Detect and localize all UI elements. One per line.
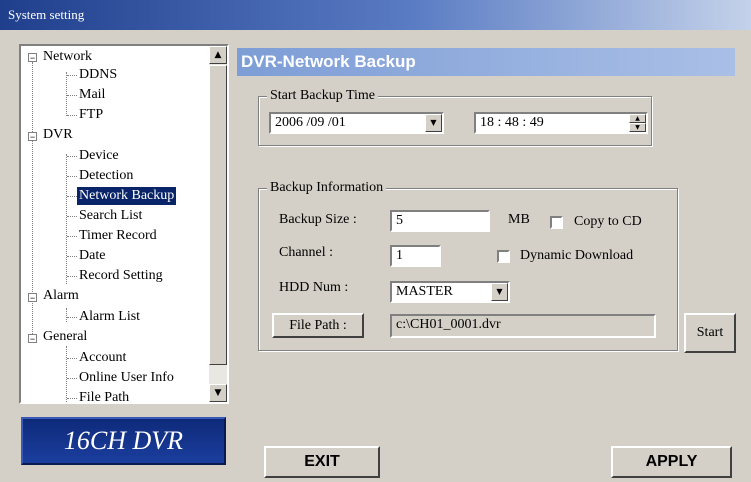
tree-connector [67,236,77,237]
start-button[interactable]: Start [684,313,736,353]
tree-item-device[interactable]: Device [79,147,119,165]
tree-item-search-list[interactable]: Search List [79,207,142,225]
file-path-button[interactable]: File Path : [272,313,364,338]
copy-to-cd-label: Copy to CD [574,214,642,229]
collapse-icon[interactable]: − [28,53,37,63]
file-path-field: c:\CH01_0001.dvr [390,314,656,338]
backup-date-select[interactable]: 2006 /09 /01 ▼ [269,112,444,134]
tree-connector [67,176,77,177]
tree-item-dvr[interactable]: DVR [43,126,73,144]
chevron-down-icon[interactable]: ▼ [425,114,442,132]
tree-connector [67,115,77,116]
tree-connector [67,378,77,379]
tree-item-file-path[interactable]: File Path [79,389,129,402]
tree-connector [66,154,67,284]
tree-item-ftp[interactable]: FTP [79,106,103,124]
chevron-down-icon[interactable]: ▼ [491,283,508,301]
tree-connector [66,346,67,402]
tree-connector [67,256,77,257]
exit-button[interactable]: EXIT [264,446,380,478]
scroll-up-icon[interactable]: ▲ [209,46,227,64]
tree-connector [67,75,77,76]
backup-size-unit: MB [508,212,530,227]
tree-item-network[interactable]: Network [43,48,92,66]
tree-connector [67,95,77,96]
hdd-num-select[interactable]: MASTER ▼ [390,281,510,303]
panel-title: DVR-Network Backup [237,48,735,76]
tree-connector [67,358,77,359]
tree-item-ddns[interactable]: DDNS [79,66,117,84]
tree-connector [67,317,77,318]
backup-date-value: 2006 /09 /01 [275,115,346,130]
tree-connector [67,398,77,399]
tree-connector [66,72,67,116]
tree-item-general[interactable]: General [43,328,87,346]
tree-item-record-setting[interactable]: Record Setting [79,267,163,285]
collapse-icon[interactable]: − [28,334,37,344]
tree-item-network-backup[interactable]: Network Backup [77,187,177,205]
tree-item-date[interactable]: Date [79,247,105,265]
channel-value: 1 [396,248,403,263]
tree-item-timer-record[interactable]: Timer Record [79,227,157,245]
window-title-bar: System setting [0,0,751,30]
hdd-num-label: HDD Num : [279,280,349,295]
tree-connector [67,276,77,277]
backup-size-value: 5 [396,213,403,228]
channel-label: Channel : [279,245,334,260]
backup-time-spinner[interactable]: 18 : 48 : 49 ▲ ▼ [474,112,648,134]
collapse-icon[interactable]: − [28,132,37,142]
tree-item-online-user-info[interactable]: Online User Info [79,369,174,387]
collapse-icon[interactable]: − [28,293,37,303]
tree-item-alarm[interactable]: Alarm [43,287,79,305]
tree-connector [67,156,77,157]
backup-information-legend: Backup Information [267,180,387,196]
product-logo: 16CH DVR [21,417,226,465]
dynamic-download-checkbox[interactable] [497,250,510,263]
tree-item-alarm-list[interactable]: Alarm List [79,308,140,326]
dynamic-download-label: Dynamic Download [520,248,634,263]
file-path-value: c:\CH01_0001.dvr [396,317,501,332]
tree-connector [66,308,67,322]
tree-item-detection[interactable]: Detection [79,167,133,185]
tree-scrollbar[interactable]: ▲ ▼ [209,46,227,402]
copy-to-cd-checkbox[interactable] [550,216,563,229]
settings-tree[interactable]: − Network DDNS Mail FTP − DVR Device Det… [19,44,229,404]
tree-item-account[interactable]: Account [79,349,126,367]
backup-size-input[interactable]: 5 [390,210,490,232]
hdd-num-value: MASTER [396,284,453,299]
spin-down-icon[interactable]: ▼ [629,123,646,132]
tree-connector [67,196,77,197]
spin-up-icon[interactable]: ▲ [629,114,646,123]
tree-item-mail[interactable]: Mail [79,86,105,104]
start-backup-time-legend: Start Backup Time [267,88,379,104]
tree-connector [67,216,77,217]
scroll-down-icon[interactable]: ▼ [209,384,227,402]
backup-size-label: Backup Size : [279,212,357,227]
channel-input[interactable]: 1 [390,245,441,267]
apply-button[interactable]: APPLY [611,446,732,478]
scroll-thumb[interactable] [209,65,227,365]
window-title: System setting [8,7,85,22]
backup-time-value: 18 : 48 : 49 [480,115,544,130]
